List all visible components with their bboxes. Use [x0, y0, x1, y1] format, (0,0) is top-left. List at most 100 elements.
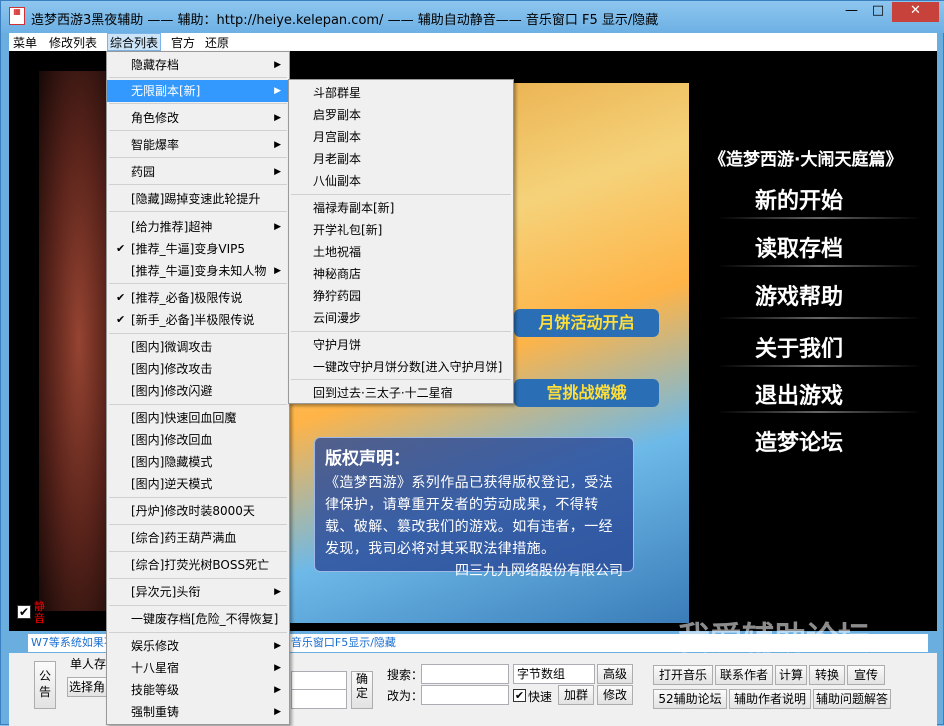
menu-separator — [109, 283, 287, 284]
maximize-button[interactable]: □ — [865, 2, 891, 22]
submenu-item[interactable]: 八仙副本 — [289, 170, 513, 192]
author-notes-button[interactable]: 辅助作者说明 — [729, 689, 811, 709]
promote-button[interactable]: 宣传 — [847, 665, 885, 685]
menu-item[interactable]: [给力推荐]超神 ▶ — [107, 216, 289, 238]
fast-checkbox[interactable]: ✔ — [513, 689, 526, 702]
menu-item-label: 强制重铸 — [131, 705, 180, 719]
notice-button[interactable]: 公告 — [34, 661, 56, 709]
divider — [717, 265, 922, 267]
menu-item[interactable]: [图内]修改闪避 — [107, 380, 289, 402]
submenu-item[interactable]: 云间漫步 — [289, 307, 513, 329]
menu-item-label: 娱乐修改 — [131, 639, 180, 653]
menu-separator — [291, 379, 511, 380]
submenu-item[interactable]: 月宫副本 — [289, 126, 513, 148]
menu-item[interactable]: 一键废存档[危险_不得恢复] — [107, 608, 289, 630]
advanced-button[interactable]: 高级 — [597, 664, 633, 684]
chevron-right-icon: ▶ — [274, 86, 281, 96]
change-to-label: 改为： — [387, 689, 424, 703]
title-bar[interactable]: ▦ 造梦西游3黑夜辅助 —— 辅助：http://heiye.kelepan.c… — [1, 1, 944, 33]
event-banner-change[interactable]: 宫挑战嫦娥 — [514, 379, 659, 407]
menu-item[interactable]: 强制重铸 ▶ — [107, 701, 289, 723]
game-help[interactable]: 游戏帮助 — [755, 279, 843, 311]
submenu-item[interactable]: 福禄寿副本[新] — [289, 197, 513, 219]
submenu-item[interactable]: 回到过去·三太子·十二星宿 — [289, 382, 513, 404]
menu-item[interactable]: 智能爆率 ▶ — [107, 134, 289, 156]
game-forum[interactable]: 造梦论坛 — [755, 425, 843, 457]
submenu-item[interactable]: 月老副本 — [289, 148, 513, 170]
menu-item[interactable]: [推荐_牛逼]变身未知人物 ▶ — [107, 260, 289, 282]
menu-item[interactable]: [图内]修改攻击 — [107, 358, 289, 380]
menu-item[interactable]: ✔ [新手_必备]半极限传说 — [107, 309, 289, 331]
menu-restore[interactable]: 还原 — [205, 34, 229, 51]
menu-item-label: [图内]修改回血 — [131, 433, 213, 447]
menu-item[interactable]: 娱乐修改 ▶ — [107, 635, 289, 657]
game-exit[interactable]: 退出游戏 — [755, 378, 843, 410]
menu-item[interactable]: [综合]打荧光树BOSS死亡 — [107, 554, 289, 576]
value-select-1[interactable] — [291, 671, 347, 691]
submenu-item[interactable]: 斗部群星 — [289, 82, 513, 104]
menu-item[interactable]: [隐藏]踢掉变速此轮提升 — [107, 188, 289, 210]
open-music-button[interactable]: 打开音乐 — [653, 665, 713, 685]
menu-item[interactable]: [综合]药王葫芦满血 — [107, 527, 289, 549]
menu-item[interactable]: [异次元]头衔 ▶ — [107, 581, 289, 603]
menu-item[interactable]: 隐藏存档 ▶ — [107, 54, 289, 76]
menu-modify-list[interactable]: 修改列表 — [49, 34, 97, 51]
game-title: 《造梦西游·大闹天庭篇》 — [709, 150, 903, 170]
calculate-button[interactable]: 计算 — [775, 665, 807, 685]
chevron-right-icon: ▶ — [274, 685, 281, 695]
submenu-item[interactable]: 一键改守护月饼分数[进入守护月饼] — [289, 356, 513, 378]
divider — [717, 365, 922, 367]
game-new-start[interactable]: 新的开始 — [755, 183, 843, 215]
add-group-button[interactable]: 加群 — [558, 685, 594, 705]
submenu-item[interactable]: 守护月饼 — [289, 334, 513, 356]
menu-caidan[interactable]: 菜单 — [13, 34, 37, 51]
faq-button[interactable]: 辅助问题解答 — [813, 689, 891, 709]
menu-item[interactable]: [图内]隐藏模式 — [107, 451, 289, 473]
confirm-button[interactable]: 确定 — [351, 671, 373, 709]
convert-button[interactable]: 转换 — [809, 665, 845, 685]
menu-item-label: [异次元]头衔 — [131, 585, 201, 599]
menu-separator — [109, 333, 287, 334]
submenu-item[interactable]: 土地祝福 — [289, 241, 513, 263]
menu-item[interactable]: 十八星宿 ▶ — [107, 657, 289, 679]
menu-item[interactable]: 技能等级 ▶ — [107, 679, 289, 701]
chevron-right-icon: ▶ — [274, 222, 281, 232]
submenu-item[interactable]: 神秘商店 — [289, 263, 513, 285]
menu-separator — [109, 632, 287, 633]
menu-item-label: [丹炉]修改时装8000天 — [131, 504, 255, 518]
submenu-item[interactable]: 狰狞药园 — [289, 285, 513, 307]
menu-item[interactable]: [丹炉]修改时装8000天 — [107, 500, 289, 522]
close-button[interactable]: ✕ — [892, 2, 939, 22]
menu-item[interactable]: [图内]逆天模式 — [107, 473, 289, 495]
chevron-right-icon: ▶ — [274, 641, 281, 651]
submenu-item[interactable]: 开学礼包[新] — [289, 219, 513, 241]
change-to-input[interactable] — [421, 685, 509, 705]
event-banner-mooncake[interactable]: 月饼活动开启 — [514, 309, 659, 337]
divider — [717, 317, 922, 319]
menu-general-list[interactable]: 综合列表 — [107, 33, 162, 51]
minimize-button[interactable]: — — [838, 2, 865, 22]
menu-item[interactable]: [图内]修改回血 — [107, 429, 289, 451]
type-combo[interactable]: 字节数组 — [513, 664, 595, 684]
search-input[interactable] — [421, 664, 509, 684]
menu-item[interactable]: 角色修改 ▶ — [107, 107, 289, 129]
forum-52-button[interactable]: 52辅助论坛 — [653, 689, 727, 709]
mute-checkbox[interactable]: ✔ — [17, 605, 31, 619]
game-about[interactable]: 关于我们 — [755, 331, 843, 363]
value-select-2[interactable] — [291, 689, 347, 709]
menu-item[interactable]: [图内]快速回血回魔 — [107, 407, 289, 429]
menu-official[interactable]: 官方 — [171, 34, 195, 51]
menu-item[interactable]: ✔ [推荐_牛逼]变身VIP5 — [107, 238, 289, 260]
menu-item[interactable]: [图内]微调攻击 — [107, 336, 289, 358]
menu-item-label: [图内]修改闪避 — [131, 384, 213, 398]
menu-item[interactable]: 无限副本[新] ▶ — [107, 80, 289, 102]
submenu-item[interactable]: 启罗副本 — [289, 104, 513, 126]
menu-item-label: 智能爆率 — [131, 138, 180, 152]
modify-button[interactable]: 修改 — [597, 685, 633, 705]
contact-author-button[interactable]: 联系作者 — [715, 665, 773, 685]
menu-item[interactable]: ✔ [推荐_必备]极限传说 — [107, 287, 289, 309]
game-load-save[interactable]: 读取存档 — [755, 231, 843, 263]
menu-item[interactable]: 药园 ▶ — [107, 161, 289, 183]
select-role-button[interactable]: 选择角 — [67, 677, 107, 697]
chevron-right-icon: ▶ — [274, 266, 281, 276]
